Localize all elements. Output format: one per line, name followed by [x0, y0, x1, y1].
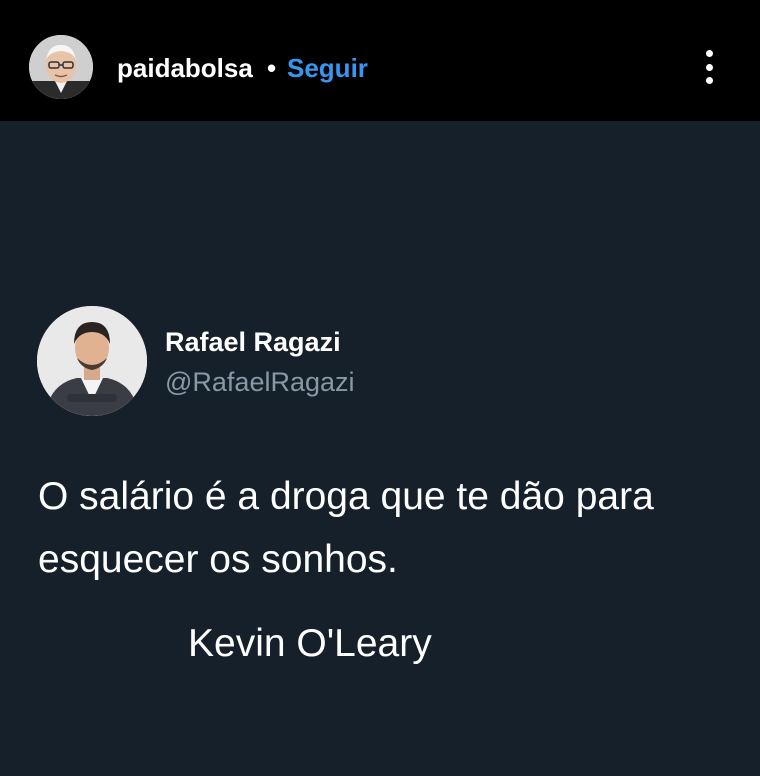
header-avatar[interactable] [29, 35, 93, 99]
post-header: paidabolsa • Seguir [0, 0, 760, 121]
post-page: paidabolsa • Seguir Rafael Ragazi @Rafae… [0, 0, 760, 776]
more-vertical-icon[interactable] [694, 46, 724, 88]
tweet-text: O salário é a droga que te dão para esqu… [38, 475, 654, 581]
header-avatar-photo [29, 35, 93, 99]
tweet-display-name: Rafael Ragazi [165, 327, 341, 357]
more-dot [705, 63, 713, 71]
tweet-handle: @RafaelRagazi [165, 367, 355, 397]
tweet-avatar-photo [37, 306, 147, 416]
header-separator: • [267, 53, 277, 83]
more-dot [705, 50, 713, 57]
quote-attribution: Kevin O'Leary [188, 622, 432, 665]
tweet-avatar [37, 306, 147, 416]
follow-button[interactable]: Seguir [287, 53, 368, 83]
more-dot [705, 77, 713, 84]
header-username[interactable]: paidabolsa [117, 53, 253, 83]
